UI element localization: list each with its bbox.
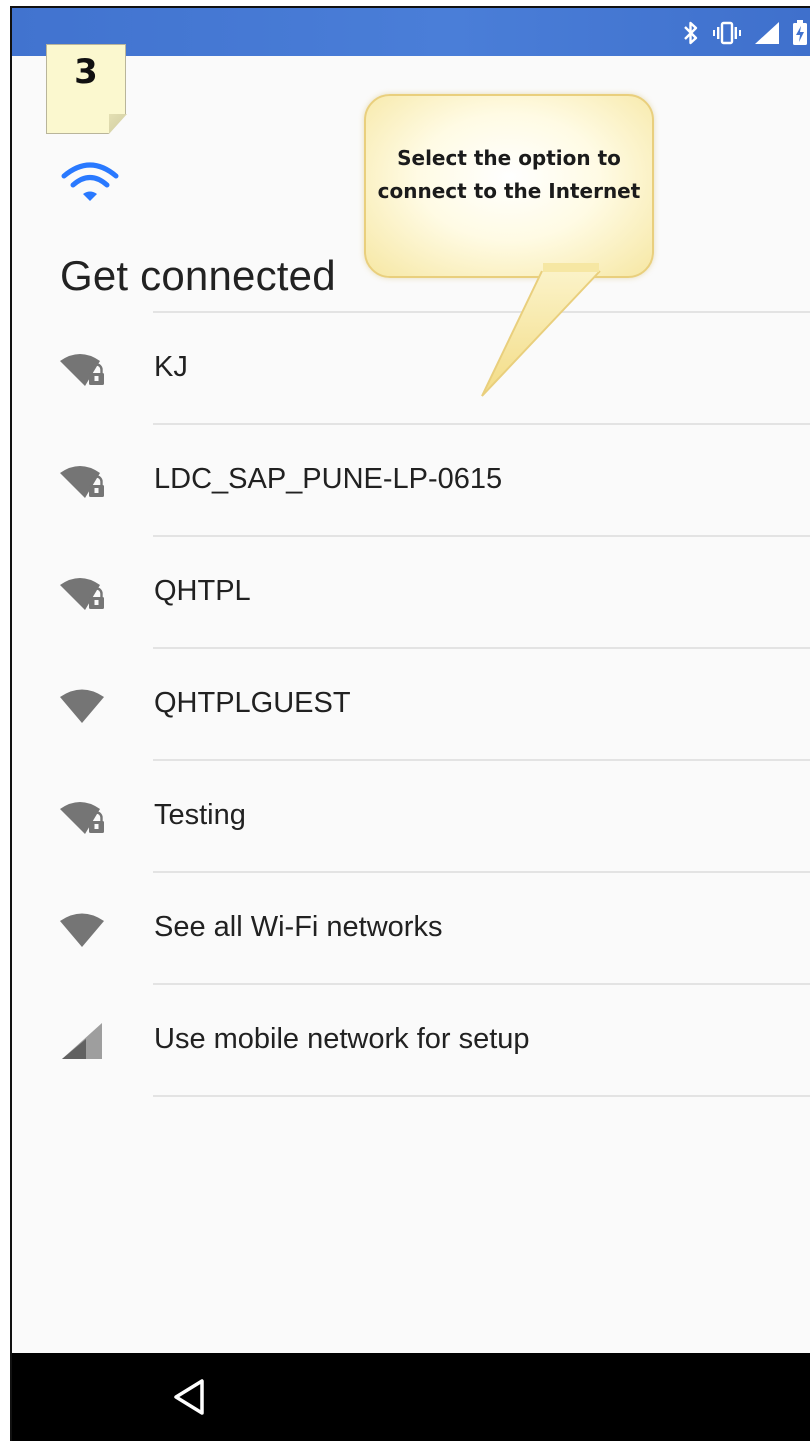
network-item-testing[interactable]: Testing [12,759,810,871]
status-icons [682,18,810,48]
setup-screen: 3 Get connected KJ LDC_SAP_PUNE-LP-0615 [10,6,810,1441]
wifi-locked-icon [60,578,104,610]
vibrate-icon [713,21,741,45]
page-title: Get connected [60,252,336,299]
network-label: Testing [154,799,246,831]
callout-text: Select the option to connect to the Inte… [377,146,641,203]
network-label: KJ [154,351,188,383]
see-all-wifi-networks[interactable]: See all Wi-Fi networks [12,871,810,983]
back-icon[interactable] [170,1377,210,1417]
battery-charging-icon [793,20,807,45]
network-list: KJ LDC_SAP_PUNE-LP-0615 QHTPL QHTPLGUEST… [12,311,810,1097]
step-number: 3 [74,52,98,92]
network-item-kj[interactable]: KJ [12,311,810,423]
network-label: QHTPL [154,575,251,607]
network-label: QHTPLGUEST [154,687,351,719]
network-item-qhtpl[interactable]: QHTPL [12,535,810,647]
status-bar [12,8,810,56]
wifi-locked-icon [60,802,104,834]
cellular-signal-icon [755,22,779,44]
network-label: Use mobile network for setup [154,1023,530,1055]
use-mobile-network-option[interactable]: Use mobile network for setup [12,983,810,1097]
wifi-icon [61,162,119,201]
network-item-ldc-sap-pune[interactable]: LDC_SAP_PUNE-LP-0615 [12,423,810,535]
wifi-locked-icon [60,466,104,498]
wifi-open-icon [60,689,104,723]
step-note-fold [109,114,127,134]
navigation-bar [12,1353,810,1441]
network-label: See all Wi-Fi networks [154,911,443,943]
wifi-open-icon [60,913,104,947]
bluetooth-icon [684,21,698,45]
network-label: LDC_SAP_PUNE-LP-0615 [154,463,503,495]
wifi-locked-icon [60,354,104,386]
cellular-signal-icon [62,1023,102,1059]
network-item-qhtplguest[interactable]: QHTPLGUEST [12,647,810,759]
